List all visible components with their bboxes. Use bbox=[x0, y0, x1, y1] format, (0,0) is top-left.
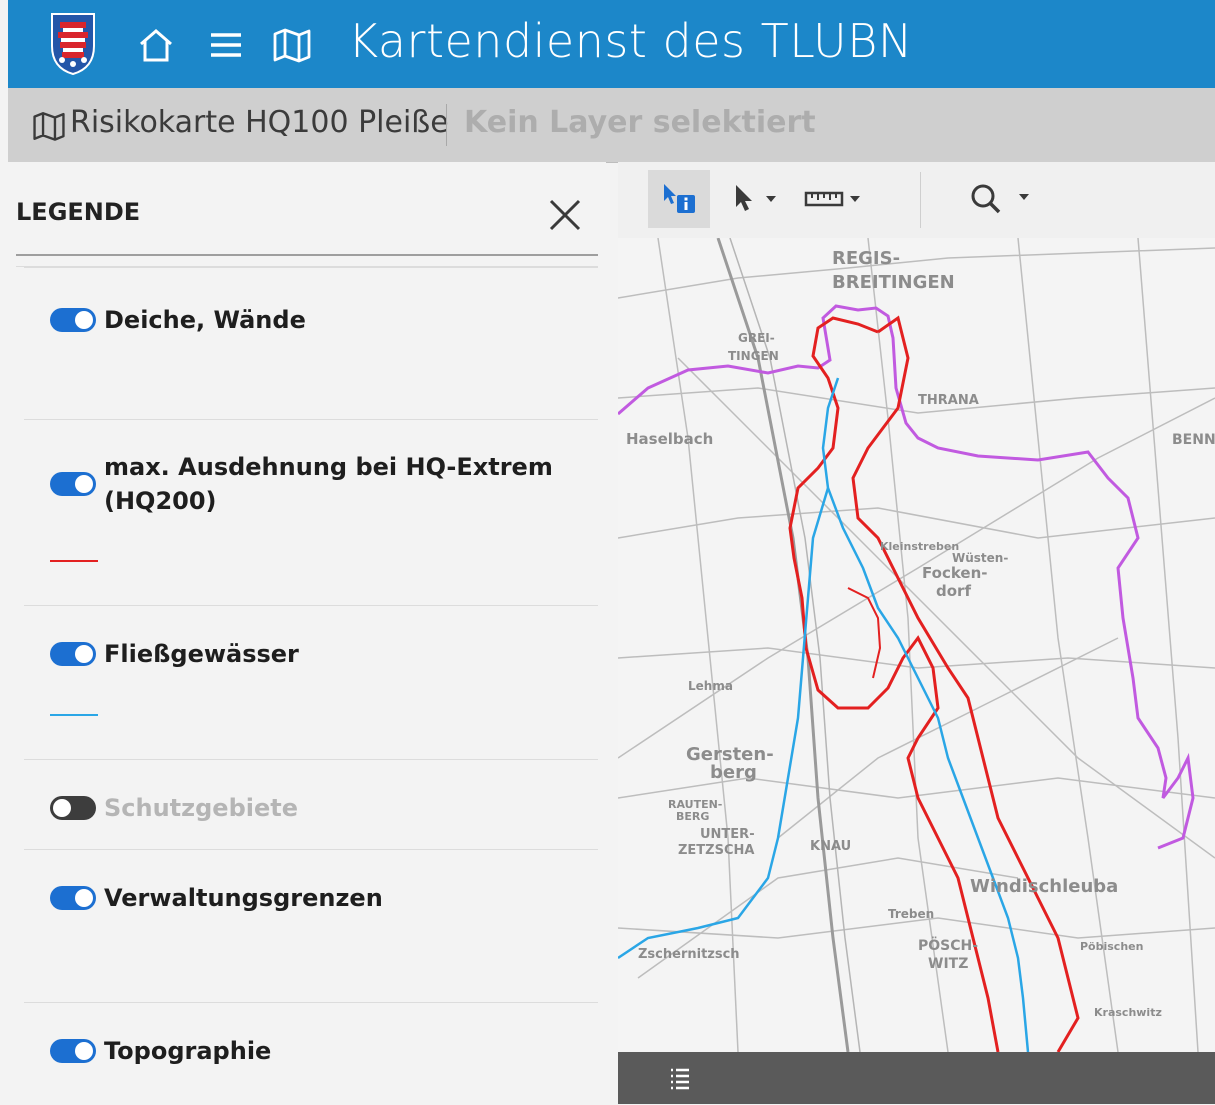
legend-item-label: max. Ausdehnung bei HQ-Extrem (HQ200) bbox=[104, 453, 553, 515]
map-label: Zschernitzsch bbox=[638, 947, 740, 962]
map-canvas[interactable]: REGIS- BREITINGEN GREI- TINGEN THRANA Ha… bbox=[618, 238, 1215, 1052]
layer-status: Kein Layer selektiert bbox=[464, 105, 816, 140]
map-label: berg bbox=[710, 762, 757, 783]
map-label: REGIS- bbox=[832, 248, 900, 269]
map-label: Wüsten- bbox=[952, 551, 1008, 565]
layer-toggle[interactable] bbox=[50, 886, 96, 910]
map-label: Kleinstreben bbox=[880, 540, 959, 553]
map-label: Treben bbox=[888, 907, 934, 921]
legend-item-hq-extrem: max. Ausdehnung bei HQ-Extrem (HQ200) bbox=[24, 419, 598, 606]
legend-item-verwaltungsgrenzen: Verwaltungsgrenzen bbox=[24, 849, 598, 1002]
app-title: Kartendienst des TLUBN bbox=[348, 14, 913, 68]
legend-panel: LEGENDE Deiche, Wände max. Ausdehnung be… bbox=[8, 162, 606, 1104]
layer-toggle[interactable] bbox=[50, 1039, 96, 1063]
map-label: BERG bbox=[676, 810, 709, 823]
map-label: BENN bbox=[1172, 432, 1215, 448]
select-tool-dropdown[interactable] bbox=[724, 170, 788, 228]
map-label: UNTER- bbox=[700, 827, 755, 842]
menu-icon[interactable] bbox=[204, 20, 248, 70]
map-icon bbox=[32, 110, 66, 146]
legend-item-fliessgewaesser: Fließgewässer bbox=[24, 605, 598, 760]
map-label: ZETZSCHA bbox=[678, 843, 754, 858]
legend-item-topographie: Topographie bbox=[24, 1002, 598, 1105]
flood-extent-swatch bbox=[50, 560, 98, 562]
legend-item-label: Fließgewässer bbox=[104, 640, 299, 668]
map-footer-bar bbox=[618, 1052, 1215, 1104]
identify-tool[interactable] bbox=[648, 170, 710, 228]
legend-item-label: Topographie bbox=[104, 1037, 272, 1065]
layer-toggle[interactable] bbox=[50, 472, 96, 496]
map-label: KNAU bbox=[810, 839, 851, 854]
map-label: Haselbach bbox=[626, 430, 713, 448]
map-label: PÖSCH- bbox=[918, 936, 978, 954]
map-label: Kraschwitz bbox=[1094, 1006, 1162, 1019]
map-label: TINGEN bbox=[728, 349, 779, 363]
toolbar-divider bbox=[920, 172, 921, 228]
layer-toggle[interactable] bbox=[50, 308, 96, 332]
legend-item-schutzgebiete: Schutzgebiete bbox=[24, 759, 598, 850]
close-icon[interactable] bbox=[546, 196, 584, 234]
search-icon[interactable] bbox=[964, 170, 1040, 228]
map-label: WITZ bbox=[928, 956, 968, 972]
river-swatch bbox=[50, 714, 98, 716]
map-label: Windischleuba bbox=[970, 876, 1118, 897]
map-label: Lehma bbox=[688, 679, 733, 693]
map-label: Pöbischen bbox=[1080, 940, 1143, 953]
map-label: Focken- bbox=[922, 564, 988, 582]
map-label: dorf bbox=[936, 582, 971, 600]
home-icon[interactable] bbox=[134, 20, 178, 70]
map-view[interactable]: REGIS- BREITINGEN GREI- TINGEN THRANA Ha… bbox=[618, 162, 1215, 1104]
legend-item-label: Verwaltungsgrenzen bbox=[104, 884, 383, 912]
legend-title: LEGENDE bbox=[16, 198, 141, 226]
divider bbox=[16, 254, 598, 256]
breadcrumb-divider bbox=[446, 104, 447, 146]
app-header: Kartendienst des TLUBN bbox=[8, 0, 1215, 88]
breadcrumb: Risikokarte HQ100 Pleiße Kein Layer sele… bbox=[8, 88, 1215, 163]
legend-item-deiche: Deiche, Wände bbox=[24, 267, 598, 420]
map-name[interactable]: Risikokarte HQ100 Pleiße bbox=[70, 105, 449, 140]
map-toolbar bbox=[618, 162, 1215, 238]
layer-toggle[interactable] bbox=[50, 796, 96, 820]
layer-list-icon[interactable] bbox=[668, 1066, 692, 1094]
map-label: THRANA bbox=[918, 393, 979, 408]
legend-item-label: Deiche, Wände bbox=[104, 306, 306, 334]
crest-icon bbox=[48, 10, 98, 76]
measure-tool-dropdown[interactable] bbox=[800, 170, 872, 228]
layer-toggle[interactable] bbox=[50, 642, 96, 666]
map-label: BREITINGEN bbox=[832, 272, 955, 293]
map-label: GREI- bbox=[738, 331, 775, 345]
legend-item-label: Schutzgebiete bbox=[104, 794, 299, 822]
map-icon[interactable] bbox=[270, 20, 314, 70]
